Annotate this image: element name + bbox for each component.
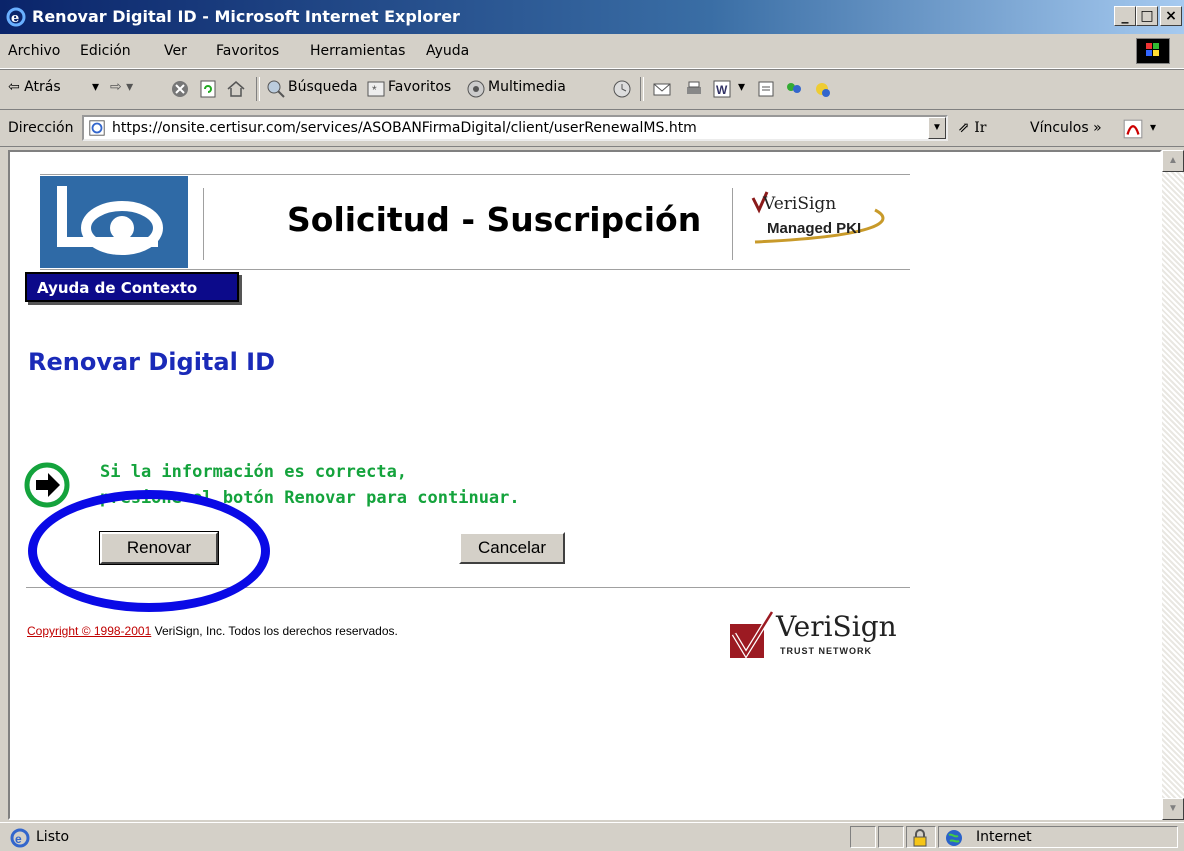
svg-text:e: e (11, 11, 19, 26)
status-bar: e Listo Internet (0, 822, 1184, 851)
header-title: Solicitud - Suscripción (287, 200, 702, 239)
address-dropdown-button[interactable]: ▼ (928, 117, 946, 139)
history-icon[interactable] (612, 79, 632, 99)
renew-button[interactable]: Renovar (99, 531, 219, 565)
status-text: Listo (36, 829, 70, 845)
windows-flag-icon (1136, 38, 1170, 64)
go-label: Ir (974, 120, 987, 136)
edit-icon[interactable]: W (712, 79, 732, 99)
page-icon (89, 120, 105, 136)
security-panel (906, 826, 936, 848)
verisign-trust-network-logo: VeriSign TRUST NETWORK (728, 604, 918, 668)
search-icon[interactable] (266, 79, 286, 99)
media-icon[interactable] (466, 79, 486, 99)
cancel-button[interactable]: Cancelar (459, 532, 565, 564)
header-divider (40, 269, 910, 270)
zone-panel (938, 826, 1178, 848)
vertical-scrollbar[interactable]: ▲ ▼ (1162, 150, 1184, 820)
links-button[interactable]: Vínculos » (1030, 120, 1102, 136)
bank-logo (40, 176, 188, 268)
scroll-down-button[interactable]: ▼ (1162, 798, 1184, 820)
home-icon[interactable] (226, 79, 246, 99)
lock-icon (913, 829, 927, 847)
copyright-link[interactable]: Copyright © 1998-2001 (27, 624, 151, 638)
address-label: Dirección (8, 120, 74, 136)
context-help-button[interactable]: Ayuda de Contexto (25, 272, 239, 302)
internet-explorer-icon: e (6, 7, 26, 27)
globe-icon (946, 830, 962, 846)
menu-ver[interactable]: Ver (164, 43, 187, 59)
arrow-right-icon (24, 462, 70, 508)
media-button-label[interactable]: Multimedia (488, 79, 566, 95)
info-line-1: Si la información es correcta, (100, 462, 408, 482)
page-status-icon: e (10, 828, 30, 848)
trust-network-label: TRUST NETWORK (780, 646, 872, 656)
copyright-text: VeriSign, Inc. Todos los derechos reserv… (151, 624, 398, 638)
acrobat-dropdown-icon[interactable]: ▾ (1150, 120, 1156, 134)
menu-ayuda[interactable]: Ayuda (426, 43, 469, 59)
minimize-button[interactable]: _ (1114, 6, 1136, 26)
address-url[interactable]: https://onsite.certisur.com/services/ASO… (112, 120, 697, 136)
search-button-label[interactable]: Búsqueda (288, 79, 358, 95)
copyright-notice: Copyright © 1998-2001 VeriSign, Inc. Tod… (27, 624, 398, 638)
back-button[interactable]: ⇦ Atrás (8, 79, 61, 95)
svg-text:e: e (15, 832, 22, 846)
favorites-button-label[interactable]: Favoritos (388, 79, 451, 95)
print-icon[interactable] (684, 79, 704, 99)
mail-icon[interactable] (652, 79, 672, 99)
menu-edicion[interactable]: Edición (80, 43, 131, 59)
page-viewport: Solicitud - Suscripción VeriSign Managed… (8, 150, 1162, 820)
info-line-2: presione el botón Renovar para continuar… (100, 488, 520, 508)
menu-favoritos[interactable]: Favoritos (216, 43, 279, 59)
verisign-brand: VeriSign (763, 194, 837, 214)
maximize-button[interactable]: □ (1136, 6, 1158, 26)
extension-icon[interactable] (812, 79, 832, 99)
standard-toolbar: ⇦ Atrás ▾ ⇨ ▾ Búsqueda * Favoritos Multi… (0, 69, 1184, 110)
address-bar: Dirección https://onsite.certisur.com/se… (0, 110, 1184, 147)
close-button[interactable]: × (1160, 6, 1182, 26)
svg-text:*: * (372, 83, 377, 97)
top-divider (40, 174, 910, 175)
window-title: Renovar Digital ID - Microsoft Internet … (32, 7, 460, 26)
refresh-icon[interactable] (198, 79, 218, 99)
menu-herramientas[interactable]: Herramientas (310, 43, 405, 59)
back-dropdown-icon[interactable]: ▾ (92, 79, 99, 95)
menu-bar: Archivo Edición Ver Favoritos Herramient… (0, 34, 1184, 69)
address-input[interactable]: https://onsite.certisur.com/services/ASO… (82, 115, 948, 141)
svg-text:W: W (716, 83, 728, 97)
discuss-icon[interactable] (756, 79, 776, 99)
title-bar[interactable]: e Renovar Digital ID - Microsoft Interne… (0, 0, 1184, 34)
verisign-managed-pki-logo: VeriSign Managed PKI (745, 190, 905, 250)
messenger-icon[interactable] (784, 79, 804, 99)
footer-divider (26, 587, 910, 588)
favorites-icon[interactable]: * (366, 79, 386, 99)
stop-icon[interactable] (170, 79, 190, 99)
managed-pki-label: Managed PKI (767, 220, 862, 237)
forward-button[interactable]: ⇨ ▾ (110, 79, 133, 95)
zone-text: Internet (976, 829, 1032, 845)
page-title: Renovar Digital ID (28, 348, 276, 376)
trust-brand: VeriSign (776, 610, 897, 643)
go-button[interactable]: ⇗ Ir (958, 120, 986, 136)
edit-dropdown-icon[interactable]: ▾ (738, 79, 745, 95)
scroll-up-button[interactable]: ▲ (1162, 150, 1184, 172)
acrobat-icon[interactable] (1122, 118, 1144, 140)
menu-archivo[interactable]: Archivo (8, 43, 60, 59)
